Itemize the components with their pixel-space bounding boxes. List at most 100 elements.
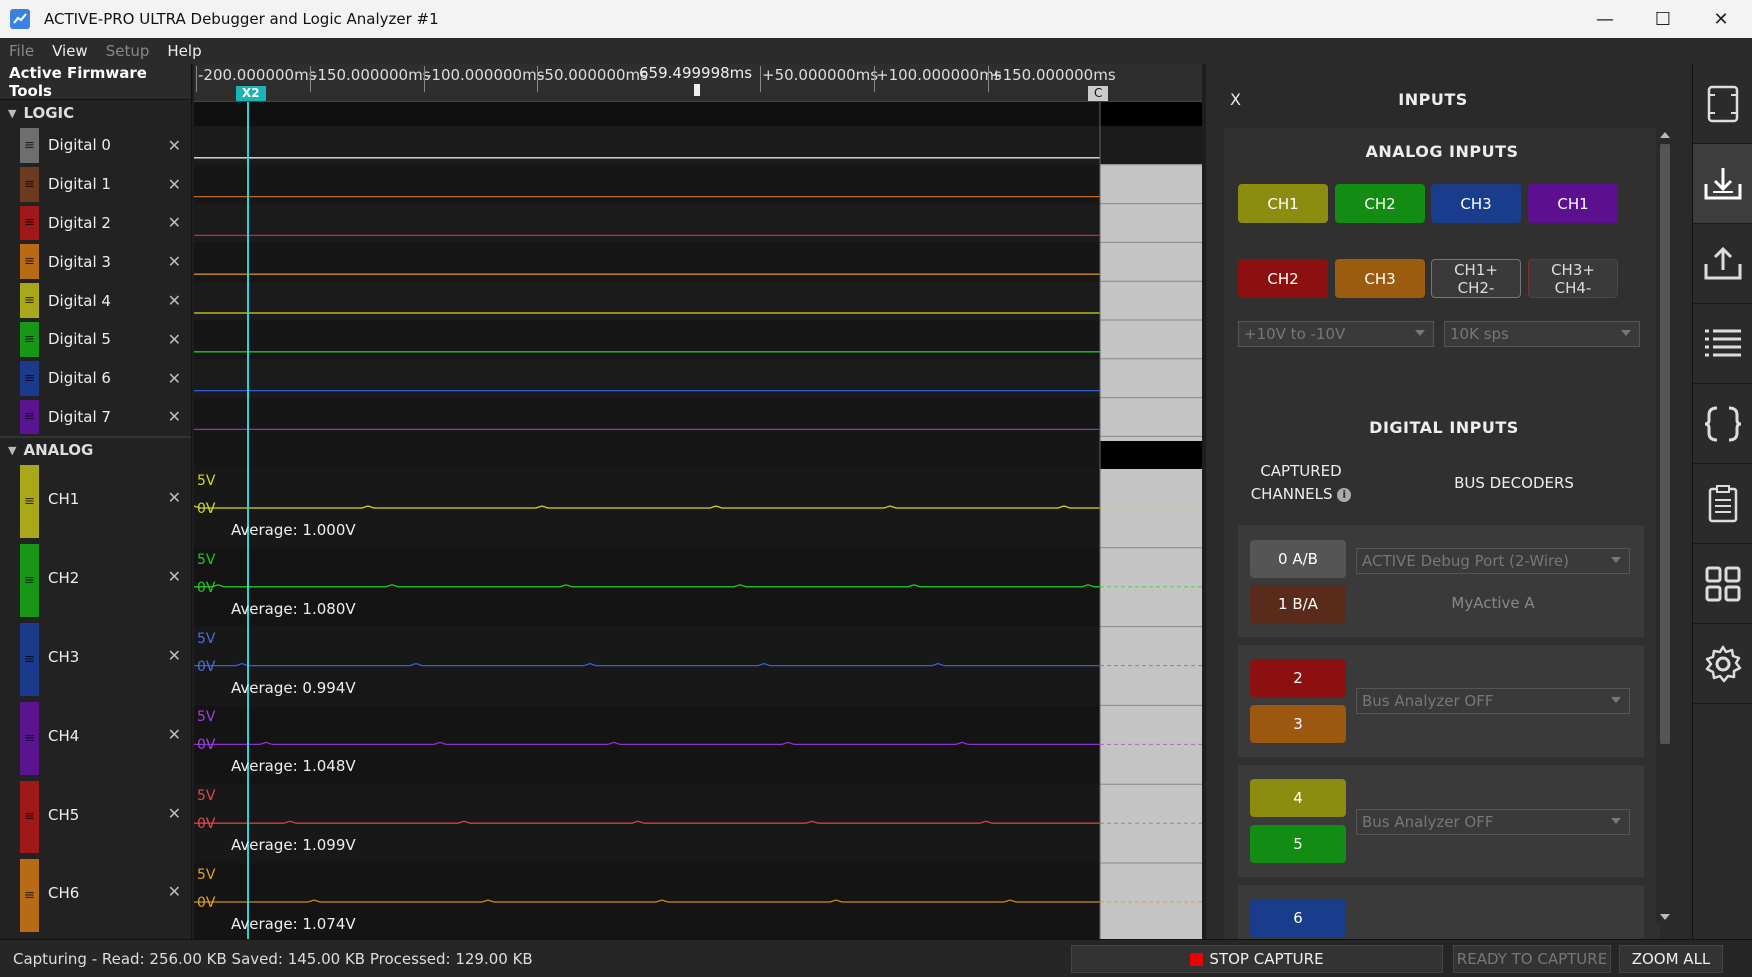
remove-channel-icon[interactable]: ✕ (168, 407, 181, 426)
channel-pill-0[interactable]: 0 A/B (1250, 540, 1346, 578)
logic-channel-row[interactable]: ≡ Digital 0 ✕ (0, 126, 191, 165)
drag-handle-icon[interactable]: ≡ (20, 399, 39, 435)
marker-c[interactable]: C (1088, 86, 1109, 101)
ruler-tick-label: +50.000000ms (762, 66, 879, 84)
ready-to-capture-button[interactable]: READY TO CAPTURE (1453, 945, 1611, 973)
cursor-pin-icon[interactable] (694, 84, 700, 96)
stop-capture-button[interactable]: STOP CAPTURE (1071, 945, 1443, 973)
screen-button[interactable] (1693, 64, 1752, 144)
differential-ch1-ch2-button[interactable]: CH1+ CH2- (1431, 259, 1521, 298)
analog-channel-row[interactable]: ≡ CH1 ✕ (0, 462, 191, 541)
collapse-triangle-icon[interactable]: ▼ (8, 444, 16, 457)
bus-decoder-dropdown[interactable]: Bus Analyzer OFF (1356, 809, 1630, 835)
remove-channel-icon[interactable]: ✕ (168, 804, 181, 823)
drag-handle-icon[interactable]: ≡ (20, 701, 39, 775)
chevron-down-icon (1611, 557, 1621, 563)
import-button[interactable] (1693, 144, 1752, 224)
marker-x2[interactable]: X2 (236, 86, 266, 101)
drag-handle-icon[interactable]: ≡ (20, 859, 39, 933)
logic-channel-row[interactable]: ≡ Digital 3 ✕ (0, 242, 191, 281)
scroll-down-icon[interactable] (1660, 914, 1670, 920)
analog-channel-row[interactable]: ≡ CH2 ✕ (0, 541, 191, 620)
analog-channel-row[interactable]: ≡ CH3 ✕ (0, 620, 191, 699)
differential-ch3-ch4-button[interactable]: CH3+ CH4- (1528, 259, 1618, 298)
analog-channel-row[interactable]: ≡ CH6 ✕ (0, 856, 191, 935)
drag-handle-icon[interactable]: ≡ (20, 360, 39, 396)
menu-view[interactable]: View (43, 42, 97, 60)
menu-setup[interactable]: Setup (97, 42, 159, 60)
drag-handle-icon[interactable]: ≡ (20, 283, 39, 318)
time-ruler[interactable]: -200.000000ms -150.000000ms -100.000000ms -… (194, 64, 1202, 102)
grid-button[interactable] (1693, 544, 1752, 624)
settings-button[interactable] (1693, 624, 1752, 704)
sample-rate-dropdown[interactable]: 10K sps (1444, 321, 1640, 347)
waveform-view[interactable]: -200.000000ms -150.000000ms -100.000000ms -… (194, 64, 1202, 939)
remove-channel-icon[interactable]: ✕ (168, 175, 181, 194)
remove-channel-icon[interactable]: ✕ (168, 136, 181, 155)
bus-decoder-dropdown[interactable]: ACTIVE Debug Port (2-Wire) (1356, 548, 1630, 574)
export-button[interactable] (1693, 224, 1752, 304)
scroll-up-icon[interactable] (1660, 132, 1670, 138)
maximize-button[interactable]: ☐ (1634, 0, 1692, 38)
logic-channel-row[interactable]: ≡ Digital 6 ✕ (0, 359, 191, 398)
channel-pill-3[interactable]: 3 (1250, 705, 1346, 743)
channel-pill-5[interactable]: 5 (1250, 825, 1346, 863)
channel-name: CH1 (48, 490, 80, 509)
remove-channel-icon[interactable]: ✕ (168, 213, 181, 232)
remove-channel-icon[interactable]: ✕ (168, 369, 181, 388)
zoom-all-button[interactable]: ZOOM ALL (1619, 945, 1723, 973)
logic-channel-row[interactable]: ≡ Digital 4 ✕ (0, 281, 191, 320)
analog-ch2-alt-button[interactable]: CH2 (1238, 259, 1328, 298)
bus-decoder-dropdown[interactable]: Bus Analyzer OFF (1356, 688, 1630, 714)
remove-channel-icon[interactable]: ✕ (168, 291, 181, 310)
remove-channel-icon[interactable]: ✕ (168, 882, 181, 901)
analog-ch3-button[interactable]: CH3 (1431, 184, 1521, 223)
analog-ch1-button[interactable]: CH1 (1238, 184, 1328, 223)
out-of-range-header (1100, 102, 1202, 126)
inputs-scrollbar[interactable] (1656, 128, 1674, 924)
channel-pill-4[interactable]: 4 (1250, 779, 1346, 817)
logic-channel-row[interactable]: ≡ Digital 1 ✕ (0, 165, 191, 204)
voltage-range-dropdown[interactable]: +10V to -10V (1238, 321, 1434, 347)
close-window-button[interactable]: ✕ (1692, 0, 1750, 38)
menu-file[interactable]: File (0, 42, 43, 60)
logic-channel-row[interactable]: ≡ Digital 5 ✕ (0, 320, 191, 359)
analog-channel-row[interactable]: ≡ CH5 ✕ (0, 778, 191, 857)
drag-handle-icon[interactable]: ≡ (20, 205, 39, 241)
cursor-time-readout: 659.499998ms (639, 64, 753, 82)
remove-channel-icon[interactable]: ✕ (168, 725, 181, 744)
analog-section-header[interactable]: ▼ ANALOG (0, 436, 191, 462)
drag-handle-icon[interactable]: ≡ (20, 780, 39, 854)
drag-handle-icon[interactable]: ≡ (20, 544, 39, 617)
remove-channel-icon[interactable]: ✕ (168, 646, 181, 665)
remove-channel-icon[interactable]: ✕ (168, 252, 181, 271)
menu-help[interactable]: Help (158, 42, 210, 60)
drag-handle-icon[interactable]: ≡ (20, 622, 39, 696)
braces-button[interactable] (1693, 384, 1752, 464)
analog-ch1-alt-button[interactable]: CH1 (1528, 184, 1618, 223)
analog-channel-row[interactable]: ≡ CH4 ✕ (0, 699, 191, 778)
remove-channel-icon[interactable]: ✕ (168, 488, 181, 507)
signal-list-panel: Active Firmware Tools ▼ LOGIC ≡ Digital 0… (0, 64, 192, 939)
drag-handle-icon[interactable]: ≡ (20, 465, 39, 539)
list-button[interactable] (1693, 304, 1752, 384)
minimize-button[interactable]: — (1576, 0, 1634, 38)
drag-handle-icon[interactable]: ≡ (20, 128, 39, 163)
channel-pill-2[interactable]: 2 (1250, 659, 1346, 697)
notes-button[interactable] (1693, 464, 1752, 544)
collapse-triangle-icon[interactable]: ▼ (8, 107, 16, 120)
channel-pill-6[interactable]: 6 (1250, 899, 1346, 937)
logic-channel-row[interactable]: ≡ Digital 2 ✕ (0, 204, 191, 243)
drag-handle-icon[interactable]: ≡ (20, 166, 39, 202)
channel-pill-1[interactable]: 1 B/A (1250, 585, 1346, 623)
info-icon[interactable]: i (1337, 487, 1352, 502)
drag-handle-icon[interactable]: ≡ (20, 244, 39, 280)
scrollbar-thumb[interactable] (1660, 144, 1670, 744)
analog-ch3-alt-button[interactable]: CH3 (1335, 259, 1425, 298)
drag-handle-icon[interactable]: ≡ (20, 321, 39, 357)
logic-section-header[interactable]: ▼ LOGIC (0, 100, 191, 126)
analog-ch2-button[interactable]: CH2 (1335, 184, 1425, 223)
remove-channel-icon[interactable]: ✕ (168, 330, 181, 349)
remove-channel-icon[interactable]: ✕ (168, 567, 181, 586)
logic-channel-row[interactable]: ≡ Digital 7 ✕ (0, 398, 191, 437)
